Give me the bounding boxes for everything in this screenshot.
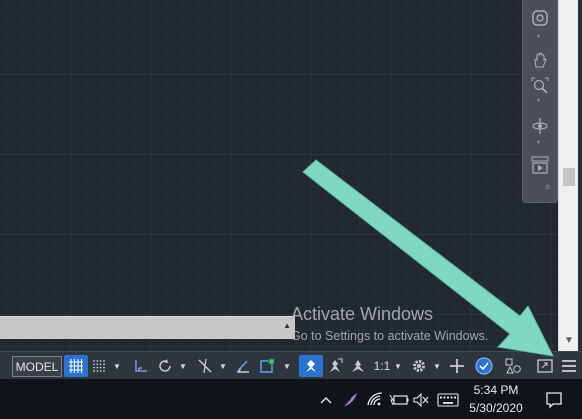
model-space-button[interactable]: MODEL bbox=[12, 356, 62, 377]
scrollbar-edge bbox=[578, 0, 582, 351]
isometric-caret-icon[interactable]: ▼ bbox=[218, 355, 228, 377]
activate-windows-watermark: Activate Windows Go to Settings to activ… bbox=[291, 303, 488, 344]
scroll-down-arrow-icon[interactable]: ▼ bbox=[559, 333, 579, 349]
workspace-gear-icon[interactable] bbox=[408, 355, 430, 377]
battery-charging-icon[interactable] bbox=[388, 391, 410, 409]
steering-wheel-caret-icon[interactable]: ▾ bbox=[537, 34, 543, 40]
clean-screen-icon[interactable] bbox=[534, 355, 556, 377]
annotation-monitor-icon[interactable] bbox=[446, 355, 468, 377]
wifi-icon[interactable] bbox=[366, 391, 384, 409]
grid-display-icon[interactable] bbox=[64, 355, 88, 377]
watermark-subtitle: Go to Settings to activate Windows. bbox=[291, 329, 489, 343]
object-snap-caret-icon[interactable]: ▼ bbox=[282, 355, 292, 377]
customization-menu-icon[interactable] bbox=[558, 355, 580, 377]
navigation-bar: ▾ ▾ ▾ ⚙ bbox=[522, 0, 558, 203]
snap-mode-icon[interactable] bbox=[88, 355, 110, 377]
orbit-caret-icon[interactable]: ▾ bbox=[537, 140, 543, 146]
drawing-canvas[interactable] bbox=[0, 0, 582, 351]
object-snap-tracking-icon[interactable] bbox=[232, 355, 254, 377]
system-clock[interactable]: 5:34 PM 5/30/2020 bbox=[463, 381, 529, 417]
scale-caret-icon[interactable]: ▼ bbox=[393, 355, 403, 377]
snap-caret-icon[interactable]: ▼ bbox=[112, 355, 122, 377]
zoom-caret-icon[interactable]: ▾ bbox=[537, 98, 543, 104]
show-hidden-icons-chevron-icon[interactable] bbox=[318, 392, 334, 408]
scrollbar-thumb[interactable] bbox=[563, 168, 575, 186]
hardware-acceleration-icon[interactable] bbox=[502, 355, 524, 377]
polar-tracking-icon[interactable] bbox=[154, 355, 176, 377]
clock-time: 5:34 PM bbox=[473, 383, 519, 397]
feather-app-icon[interactable] bbox=[340, 390, 360, 410]
vertical-scrollbar[interactable]: ▼ bbox=[558, 0, 579, 351]
annotation-visibility-icon[interactable] bbox=[299, 355, 323, 377]
command-history-caret-icon[interactable]: ▲ bbox=[283, 321, 291, 330]
clock-date: 5/30/2020 bbox=[469, 401, 523, 415]
command-line[interactable]: ▲ bbox=[0, 316, 295, 339]
annotation-scale-icon[interactable] bbox=[347, 355, 369, 377]
pan-hand-icon[interactable] bbox=[528, 50, 552, 70]
polar-caret-icon[interactable]: ▼ bbox=[178, 355, 188, 377]
navbar-options-icon[interactable]: ⚙ bbox=[545, 185, 551, 191]
zoom-extents-icon[interactable] bbox=[528, 76, 552, 96]
watermark-title: Activate Windows bbox=[291, 304, 434, 324]
orbit-icon[interactable] bbox=[528, 116, 552, 136]
object-snap-icon[interactable] bbox=[256, 355, 278, 377]
workspace-caret-icon[interactable]: ▼ bbox=[432, 355, 442, 377]
auto-scale-icon[interactable] bbox=[324, 355, 346, 377]
steering-wheel-icon[interactable] bbox=[528, 8, 552, 28]
status-bar: MODEL ▼ ▼ ▼ ▼ 1:1 ▼ ▼ bbox=[0, 351, 582, 380]
keyboard-icon[interactable] bbox=[436, 392, 460, 408]
scale-value[interactable]: 1:1 bbox=[371, 355, 393, 377]
ortho-mode-icon[interactable] bbox=[130, 355, 152, 377]
isolate-objects-icon[interactable] bbox=[472, 355, 496, 377]
showmotion-icon[interactable] bbox=[528, 156, 552, 176]
action-center-icon[interactable] bbox=[536, 389, 572, 411]
volume-muted-icon[interactable] bbox=[412, 391, 430, 409]
isometric-drafting-icon[interactable] bbox=[194, 355, 216, 377]
